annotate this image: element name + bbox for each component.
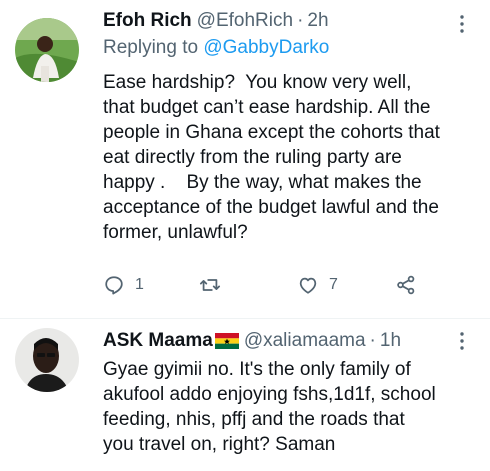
reply-button[interactable]: 1 bbox=[103, 274, 144, 296]
user-handle[interactable]: @EfohRich bbox=[197, 10, 293, 32]
share-button[interactable] bbox=[395, 274, 417, 296]
tweet-1[interactable]: Efoh Rich @EfohRich · 2h Replying to @Ga… bbox=[0, 0, 490, 318]
separator-dot: · bbox=[297, 10, 304, 31]
like-button[interactable]: 7 bbox=[297, 274, 338, 296]
tweet-2[interactable]: ASK Maama @xaliamaama · 1h Gyae gyimii n… bbox=[0, 319, 490, 471]
tweet-actions: 1 7 bbox=[103, 274, 423, 298]
avatar[interactable] bbox=[15, 18, 79, 82]
ghana-flag-icon bbox=[214, 333, 239, 349]
separator-dot: · bbox=[369, 330, 376, 351]
reply-icon bbox=[105, 276, 123, 295]
avatar[interactable] bbox=[15, 328, 79, 392]
tweet-header: Efoh Rich @EfohRich · 2h bbox=[103, 10, 474, 32]
user-handle[interactable]: @xaliamaama bbox=[244, 330, 366, 352]
display-name[interactable]: Efoh Rich bbox=[103, 10, 192, 32]
share-icon bbox=[397, 275, 415, 295]
avatar-photo-icon bbox=[15, 18, 79, 82]
replying-to: Replying to @GabbyDarko bbox=[103, 36, 474, 60]
like-icon bbox=[299, 277, 317, 294]
reply-count: 1 bbox=[135, 276, 144, 293]
display-name[interactable]: ASK Maama bbox=[103, 330, 213, 352]
replying-to-label: Replying to bbox=[103, 37, 204, 58]
like-count: 7 bbox=[329, 276, 338, 293]
reply-handle-link[interactable]: @GabbyDarko bbox=[203, 37, 329, 58]
timestamp[interactable]: 2h bbox=[307, 10, 328, 32]
tweet-text: Ease hardship? You know very well, that … bbox=[103, 72, 440, 243]
tweet-text: Gyae gyimii no. It's the only family of … bbox=[103, 359, 436, 455]
retweet-icon bbox=[199, 279, 221, 291]
retweet-button[interactable] bbox=[199, 274, 221, 296]
tweet-header: ASK Maama @xaliamaama · 1h bbox=[103, 330, 474, 352]
timestamp[interactable]: 1h bbox=[380, 330, 401, 352]
avatar-photo-icon bbox=[15, 328, 79, 392]
